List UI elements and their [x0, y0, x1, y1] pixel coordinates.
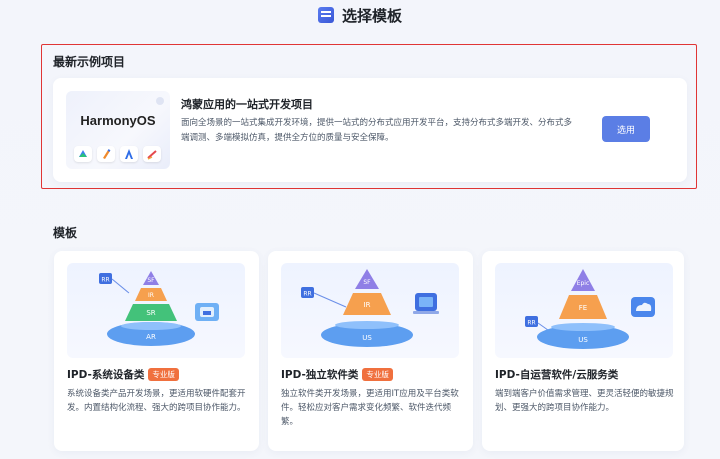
template-card-system-device[interactable]: RR SF IR SR AR IPD-系统设备类 专业版 系统设备类产品开发场景…	[54, 251, 259, 451]
side-label: RR	[101, 277, 109, 284]
project-description: 面向全场景的一站式集成开发环境，提供一站式的分布式应用开发平台，支持分布式多端开…	[181, 118, 573, 143]
side-label: RR	[527, 320, 535, 327]
pencil-icon	[97, 146, 115, 162]
template-card-self-operated-cloud[interactable]: RR Epic FE US IPD-自运营软件/云服务类 端到端客户价值需求管理…	[482, 251, 684, 451]
layer-label: AR	[146, 333, 156, 341]
select-button[interactable]: 选用	[602, 116, 650, 142]
layer-label: IR	[364, 301, 371, 309]
tool-icons	[74, 146, 161, 162]
layer-label: US	[362, 334, 372, 342]
layer-label: IR	[148, 292, 154, 299]
template-illustration: RR Epic FE US	[495, 263, 673, 358]
pro-badge: 专业版	[148, 368, 179, 381]
template-name-text: IPD-自运营软件/云服务类	[495, 369, 619, 381]
harmonyos-logo: HarmonyOS	[80, 113, 156, 128]
project-title: 鸿蒙应用的一站式开发项目	[181, 98, 313, 111]
template-name-text: IPD-独立软件类	[281, 369, 359, 381]
templates-section-title: 模板	[53, 226, 78, 240]
template-name: IPD-系统设备类 专业版	[67, 367, 179, 382]
a-tool-icon	[120, 146, 138, 162]
template-name-text: IPD-系统设备类	[67, 369, 145, 381]
side-label: RR	[303, 291, 311, 298]
pro-badge: 专业版	[362, 368, 393, 381]
template-description: 端到端客户价值需求管理、更灵活轻便的敏捷规划、更强大的跨项目协作能力。	[495, 389, 674, 413]
template-illustration: RR SF IR US	[281, 263, 459, 358]
template-description: 独立软件类开发场景，更适用IT应用及平台类软件。轻松应对客户需求变化频繁、软件迭…	[281, 389, 459, 427]
layer-label: US	[578, 336, 588, 344]
template-icon	[317, 7, 334, 23]
page-header: 选择模板	[0, 0, 720, 30]
template-card-standalone-software[interactable]: RR SF IR US IPD-独立软件类 专业版 独立软件类开发场景，更适用I…	[268, 251, 473, 451]
latest-section-title: 最新示例项目	[53, 55, 126, 69]
layer-label: FE	[579, 304, 587, 312]
layer-label: Epic	[577, 280, 590, 287]
cloud-icon	[74, 146, 92, 162]
layer-label: SF	[147, 277, 155, 284]
page-title: 选择模板	[341, 6, 402, 25]
featured-project-card[interactable]: HarmonyOS 鸿蒙应用的一站式开发项目 面向全场景的一站式集成开发环境，提…	[53, 78, 687, 182]
layer-label: SF	[363, 279, 371, 286]
harmonyos-thumbnail: HarmonyOS	[66, 91, 170, 169]
template-description: 系统设备类产品开发场景，更适用软硬件配套开发。内置结构化流程、强大的跨项目协作能…	[67, 389, 246, 413]
pen-icon	[143, 146, 161, 162]
template-name: IPD-独立软件类 专业版	[281, 367, 393, 382]
template-name: IPD-自运营软件/云服务类	[495, 367, 618, 382]
layer-label: SR	[146, 309, 155, 317]
decor-dot-icon	[156, 97, 164, 105]
template-illustration: RR SF IR SR AR	[67, 263, 245, 358]
